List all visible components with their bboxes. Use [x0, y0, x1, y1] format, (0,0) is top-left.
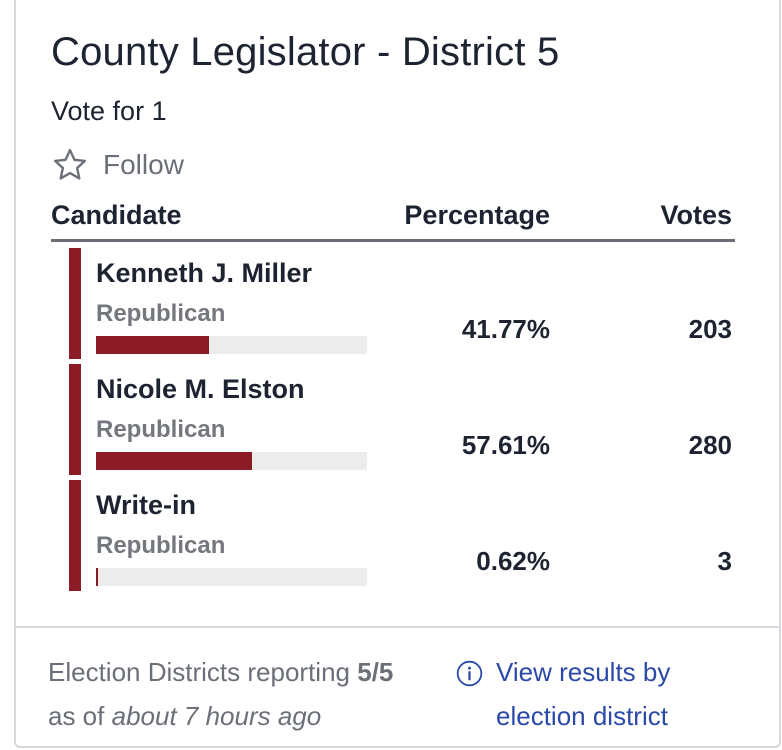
race-title: County Legislator - District 5 — [51, 30, 560, 74]
candidate-votes: 203 — [688, 314, 732, 344]
reporting-value: 5/5 — [357, 657, 394, 687]
candidate-party: Republican — [96, 532, 226, 559]
party-color-bar — [69, 364, 81, 475]
link-text-line2[interactable]: election district — [496, 694, 668, 738]
follow-button[interactable]: Follow — [51, 146, 184, 184]
candidate-name: Nicole M. Elston — [96, 374, 305, 404]
vote-share-meter — [96, 452, 367, 470]
reporting-label: Election Districts reporting — [48, 657, 350, 687]
results-table-header: Candidate Percentage Votes — [51, 196, 735, 242]
reporting-status: Election Districts reporting 5/5 as of a… — [48, 650, 393, 738]
candidate-percentage: 0.62% — [476, 546, 550, 576]
star-outline-icon — [53, 148, 87, 180]
follow-label: Follow — [103, 149, 184, 180]
race-card: County Legislator - District 5 Vote for … — [14, 0, 781, 748]
vote-share-fill — [96, 336, 210, 354]
party-color-bar — [69, 248, 81, 359]
vote-share-meter — [96, 336, 367, 354]
header-votes: Votes — [660, 200, 732, 230]
info-circle-icon — [456, 660, 483, 687]
link-text-line1[interactable]: View results by — [496, 650, 670, 694]
candidate-name: Write-in — [96, 490, 196, 520]
header-candidate: Candidate — [51, 200, 182, 230]
candidate-party: Republican — [96, 416, 226, 443]
vote-share-fill — [96, 568, 99, 586]
as-of-time: about 7 hours ago — [111, 701, 322, 731]
candidate-votes: 280 — [688, 430, 732, 460]
candidate-percentage: 57.61% — [461, 430, 550, 460]
candidate-percentage: 41.77% — [461, 314, 550, 344]
vote-for-label: Vote for 1 — [51, 96, 167, 126]
table-row: Kenneth J. Miller Republican 41.77% 203 — [69, 248, 735, 359]
candidate-name: Kenneth J. Miller — [96, 258, 313, 288]
candidate-votes: 3 — [717, 546, 732, 576]
vote-share-meter — [96, 568, 367, 586]
vote-share-fill — [96, 452, 253, 470]
footer-divider — [16, 626, 779, 628]
table-row: Nicole M. Elston Republican 57.61% 280 — [69, 364, 735, 475]
party-color-bar — [69, 480, 81, 591]
header-percentage: Percentage — [404, 200, 550, 230]
candidate-party: Republican — [96, 300, 226, 327]
table-row: Write-in Republican 0.62% 3 — [69, 480, 735, 591]
as-of-prefix: as of — [48, 701, 105, 731]
